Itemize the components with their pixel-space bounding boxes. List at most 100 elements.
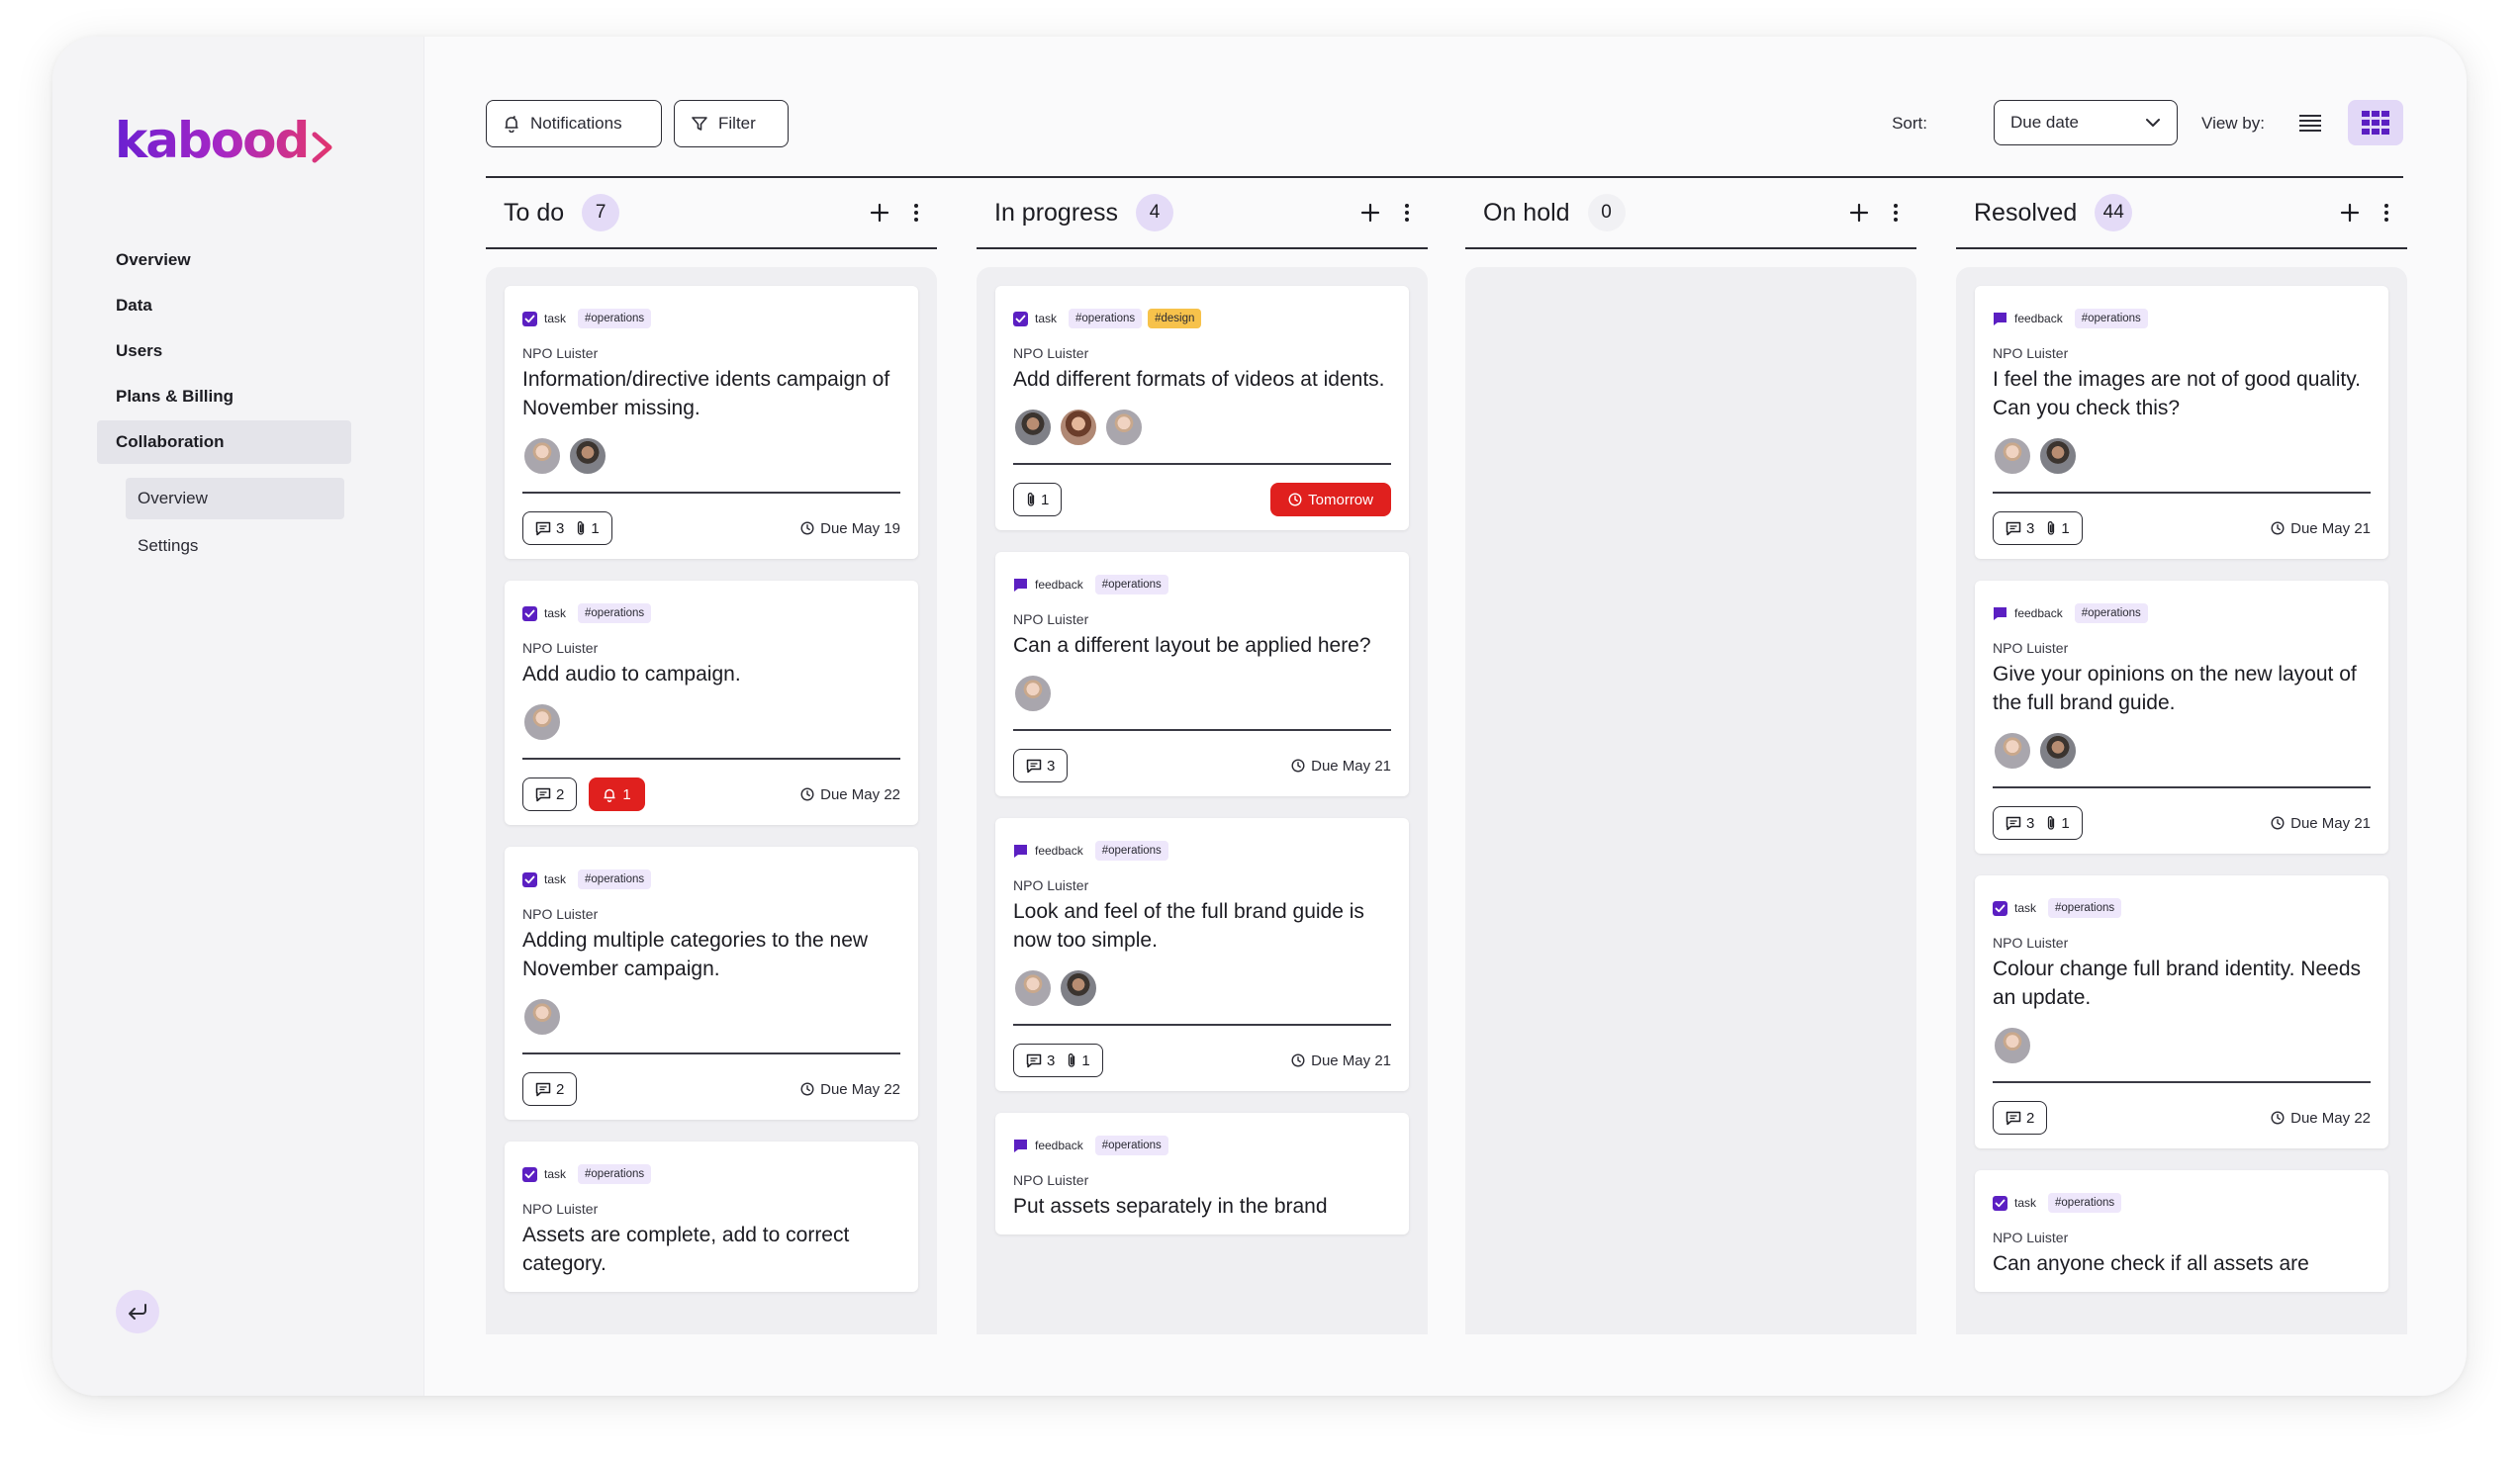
avatar[interactable] xyxy=(1993,731,2032,771)
board-view-button[interactable] xyxy=(2348,100,2403,145)
add-card-button[interactable] xyxy=(2340,203,2360,223)
task-card[interactable]: task #operations NPO Luister Information… xyxy=(505,286,918,559)
card-activity-pill[interactable]: 31 xyxy=(522,511,612,545)
hashtag-badge[interactable]: #operations xyxy=(1069,309,1143,328)
avatar[interactable] xyxy=(1013,968,1053,1008)
card-activity-pill[interactable]: 31 xyxy=(1993,806,2083,840)
add-card-button[interactable] xyxy=(870,203,889,223)
sort-select[interactable]: Due date xyxy=(1994,100,2178,145)
subnav-item-overview[interactable]: Overview xyxy=(126,478,344,519)
card-type-tag[interactable]: task xyxy=(1993,900,2036,916)
hashtag-badge[interactable]: #operations xyxy=(1094,841,1168,861)
due-date-label: Due May 21 xyxy=(1311,1052,1391,1069)
avatar[interactable] xyxy=(1013,674,1053,713)
card-activity-pill[interactable]: 31 xyxy=(1013,1044,1103,1077)
sidebar-item-overview[interactable]: Overview xyxy=(97,238,351,282)
task-card[interactable]: feedback #operations NPO Luister Give yo… xyxy=(1975,581,2388,854)
alert-pill[interactable]: 1 xyxy=(589,777,645,811)
avatar[interactable] xyxy=(522,997,562,1037)
avatar[interactable] xyxy=(568,436,607,476)
attachment-icon xyxy=(2048,816,2055,830)
sidebar-item-plans-billing[interactable]: Plans & Billing xyxy=(97,375,351,418)
sidebar-item-users[interactable]: Users xyxy=(97,329,351,373)
card-type-label: feedback xyxy=(2014,312,2063,325)
avatar[interactable] xyxy=(1013,408,1053,447)
card-type-tag[interactable]: task xyxy=(1013,311,1057,326)
plus-icon xyxy=(870,203,889,223)
sidebar-item-collaboration[interactable]: Collaboration xyxy=(97,420,351,464)
card-assignees xyxy=(1993,1026,2371,1065)
add-card-button[interactable] xyxy=(1849,203,1869,223)
card-assignees xyxy=(1013,674,1391,713)
avatar[interactable] xyxy=(1059,968,1098,1008)
avatar[interactable] xyxy=(1993,1026,2032,1065)
column-menu-button[interactable] xyxy=(1893,203,1899,223)
comment-count: 2 xyxy=(556,785,565,803)
card-title: Can a different layout be applied here? xyxy=(1013,634,1371,657)
kabood-logo[interactable]: kabood xyxy=(115,110,335,169)
hashtag-badge[interactable]: #operations xyxy=(578,869,652,889)
avatar[interactable] xyxy=(522,702,562,742)
hashtag-badge[interactable]: #operations xyxy=(578,603,652,623)
card-activity-pill[interactable]: 3 xyxy=(1013,749,1069,782)
hashtag-badge[interactable]: #operations xyxy=(2048,898,2122,918)
sidebar-item-data[interactable]: Data xyxy=(97,284,351,327)
add-card-button[interactable] xyxy=(1360,203,1380,223)
due-tomorrow-badge[interactable]: Tomorrow xyxy=(1270,483,1391,516)
attachment-count: 1 xyxy=(1041,491,1050,508)
task-card[interactable]: feedback #operations NPO Luister Can a d… xyxy=(995,552,1409,796)
hashtag-badge[interactable]: #operations xyxy=(1094,575,1168,594)
task-card[interactable]: task #operations #design NPO Luister Add … xyxy=(995,286,1409,530)
filter-button[interactable]: Filter xyxy=(674,100,789,147)
avatar[interactable] xyxy=(2038,731,2078,771)
avatar[interactable] xyxy=(1993,436,2032,476)
hashtag-badge[interactable]: #operations xyxy=(2074,603,2148,623)
notifications-label: Notifications xyxy=(530,114,622,133)
card-activity-pill[interactable]: 2 xyxy=(1993,1101,2048,1135)
card-organization: NPO Luister xyxy=(522,640,599,656)
avatar[interactable] xyxy=(2038,436,2078,476)
card-activity-pill[interactable]: 1 xyxy=(1013,483,1063,516)
list-view-button[interactable] xyxy=(2283,100,2338,145)
task-card[interactable]: task #operations NPO Luister Colour chan… xyxy=(1975,875,2388,1148)
card-divider xyxy=(522,492,900,494)
task-card[interactable]: feedback #operations NPO Luister I feel … xyxy=(1975,286,2388,559)
card-type-tag[interactable]: task xyxy=(522,871,566,887)
hashtag-badge[interactable]: #design xyxy=(1148,309,1202,328)
hashtag-badge[interactable]: #operations xyxy=(578,309,652,328)
task-check-icon xyxy=(522,871,537,887)
card-type-tag[interactable]: task xyxy=(522,1166,566,1182)
card-type-tag[interactable]: task xyxy=(522,605,566,621)
column-in-progress: In progress 4 task #operations #design NP… xyxy=(977,178,1428,1334)
notifications-button[interactable]: Notifications xyxy=(486,100,662,147)
avatar[interactable] xyxy=(1059,408,1098,447)
hashtag-badge[interactable]: #operations xyxy=(1094,1136,1168,1155)
subnav-item-settings[interactable]: Settings xyxy=(126,525,344,567)
task-card[interactable]: task #operations NPO Luister Can anyone … xyxy=(1975,1170,2388,1292)
task-card[interactable]: task #operations NPO Luister Adding mult… xyxy=(505,847,918,1120)
avatar[interactable] xyxy=(1104,408,1144,447)
task-card[interactable]: task #operations NPO Luister Assets are … xyxy=(505,1142,918,1292)
card-activity-pill[interactable]: 31 xyxy=(1993,511,2083,545)
card-type-tag[interactable]: feedback xyxy=(1013,844,1083,859)
card-type-tag[interactable]: feedback xyxy=(1993,312,2063,326)
hashtag-badge[interactable]: #operations xyxy=(578,1164,652,1184)
column-menu-button[interactable] xyxy=(2383,203,2389,223)
column-menu-button[interactable] xyxy=(913,203,919,223)
card-type-tag[interactable]: feedback xyxy=(1013,1139,1083,1153)
column-menu-button[interactable] xyxy=(1404,203,1410,223)
card-activity-pill[interactable]: 2 xyxy=(522,777,578,811)
task-card[interactable]: feedback #operations NPO Luister Look an… xyxy=(995,818,1409,1091)
task-card[interactable]: feedback #operations NPO Luister Put ass… xyxy=(995,1113,1409,1234)
hashtag-badge[interactable]: #operations xyxy=(2048,1193,2122,1213)
hashtag-badge[interactable]: #operations xyxy=(2074,309,2148,328)
card-activity-pill[interactable]: 2 xyxy=(522,1072,578,1106)
task-card[interactable]: task #operations NPO Luister Add audio t… xyxy=(505,581,918,825)
collapse-sidebar-button[interactable] xyxy=(116,1290,159,1333)
attachment-count: 1 xyxy=(1081,1052,1090,1069)
card-type-tag[interactable]: feedback xyxy=(1013,578,1083,593)
avatar[interactable] xyxy=(522,436,562,476)
card-type-tag[interactable]: task xyxy=(522,311,566,326)
card-type-tag[interactable]: feedback xyxy=(1993,606,2063,621)
card-type-tag[interactable]: task xyxy=(1993,1195,2036,1211)
